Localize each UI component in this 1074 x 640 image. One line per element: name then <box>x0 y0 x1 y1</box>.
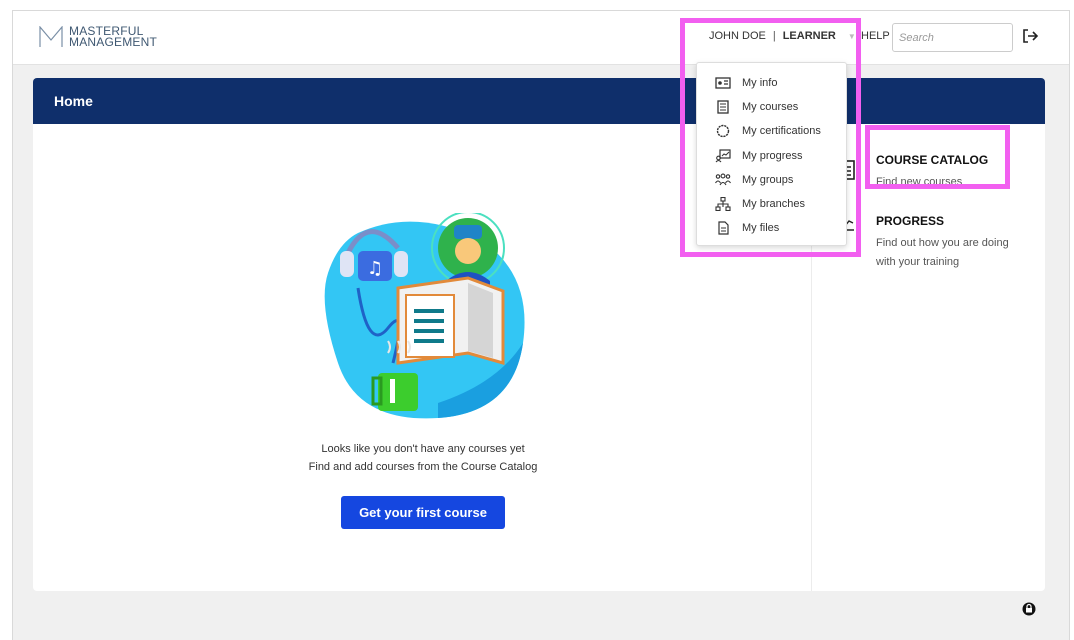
course-catalog-description: Find new courses <box>876 176 963 188</box>
search-input[interactable] <box>892 23 1013 52</box>
empty-state-message: Looks like you don't have any courses ye… <box>233 440 613 476</box>
menu-item-label: My certifications <box>742 125 821 138</box>
book-icon <box>717 100 729 114</box>
user-menu-toggle[interactable]: JOHN DOE | LEARNER ▼ <box>709 30 856 42</box>
user-dropdown-menu: My info My courses My certifications My … <box>696 62 847 246</box>
brand-name: MASTERFUL MANAGEMENT <box>69 25 158 49</box>
chevron-down-icon: ▼ <box>847 31 856 41</box>
menu-item-label: My files <box>742 222 780 235</box>
menu-item-my-certifications[interactable]: My certifications <box>697 119 846 143</box>
home-card: Home ♫ Looks like you don't have any cou… <box>33 78 1045 591</box>
branches-icon <box>715 197 731 212</box>
menu-item-label: My progress <box>742 149 803 162</box>
menu-item-label: My groups <box>742 173 794 186</box>
help-link[interactable]: HELP <box>861 30 890 42</box>
svg-text:♫: ♫ <box>367 258 383 279</box>
get-first-course-button[interactable]: Get your first course <box>341 496 505 529</box>
page-title: Home <box>33 78 1045 124</box>
file-icon <box>718 221 729 235</box>
menu-item-label: My courses <box>742 101 799 114</box>
group-icon <box>715 173 731 186</box>
menu-item-my-groups[interactable]: My groups <box>697 168 846 192</box>
menu-item-my-info[interactable]: My info <box>697 71 846 95</box>
menu-item-label: My info <box>742 77 778 90</box>
top-bar: MASTERFUL MANAGEMENT JOHN DOE | LEARNER … <box>13 11 1069 65</box>
progress-chart-icon <box>715 149 731 163</box>
logout-icon[interactable] <box>1021 27 1039 45</box>
course-catalog-title: COURSE CATALOG <box>876 153 989 167</box>
progress-description: Find out how you are doing with your tra… <box>876 237 1009 268</box>
logo-m-icon <box>39 26 63 47</box>
course-catalog-link[interactable]: COURSE CATALOG Find new courses <box>876 153 1026 192</box>
menu-item-my-progress[interactable]: My progress <box>697 144 846 168</box>
id-card-icon <box>715 77 731 89</box>
menu-item-label: My branches <box>742 198 805 211</box>
progress-link[interactable]: PROGRESS Find out how you are doing with… <box>876 214 1026 272</box>
empty-state-line-2: Find and add courses from the Course Cat… <box>308 461 538 473</box>
brand-logo[interactable]: MASTERFUL MANAGEMENT <box>39 25 158 49</box>
user-role-separator: | <box>772 30 776 42</box>
menu-item-my-branches[interactable]: My branches <box>697 192 846 216</box>
empty-state-line-1: Looks like you don't have any courses ye… <box>321 443 525 455</box>
lock-icon[interactable] <box>1022 602 1036 616</box>
user-role: LEARNER <box>782 30 836 42</box>
brand-line-2: MANAGEMENT <box>69 35 158 49</box>
empty-courses-illustration: ♫ <box>324 213 525 419</box>
progress-title: PROGRESS <box>876 214 945 228</box>
menu-item-my-files[interactable]: My files <box>697 216 846 240</box>
certificate-icon <box>716 125 730 138</box>
menu-item-my-courses[interactable]: My courses <box>697 95 846 119</box>
user-name: JOHN DOE <box>709 30 766 42</box>
app-frame: MASTERFUL MANAGEMENT JOHN DOE | LEARNER … <box>12 10 1070 640</box>
